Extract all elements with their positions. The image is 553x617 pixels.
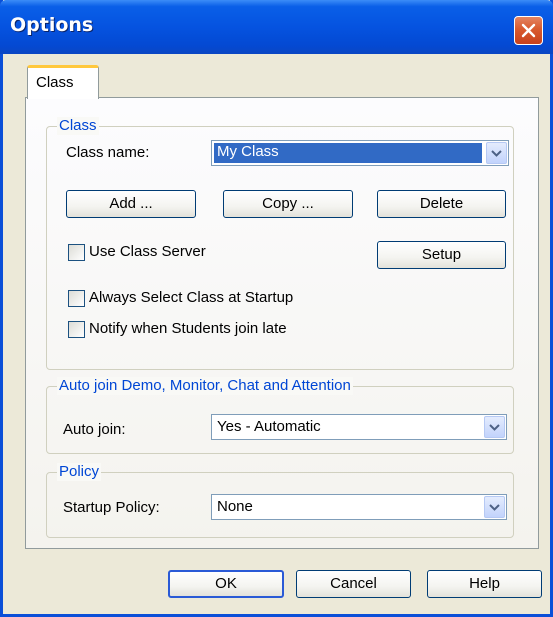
class-name-value: My Class [214,143,482,163]
use-class-server-checkbox[interactable] [68,244,85,261]
help-button[interactable]: Help [427,570,542,598]
title-bar[interactable]: Options [0,0,553,54]
setup-button[interactable]: Setup [377,241,506,269]
auto-join-select[interactable]: Yes - Automatic [211,414,507,440]
chevron-down-icon [489,424,500,431]
add-class-button[interactable]: Add ... [66,190,196,218]
notify-late-students-checkbox[interactable] [68,321,85,338]
startup-policy-dropdown-button[interactable] [484,496,505,518]
chevron-down-icon [491,150,502,157]
auto-join-value: Yes - Automatic [217,418,321,435]
delete-class-button[interactable]: Delete [377,190,506,218]
policy-group-title: Policy [57,463,102,481]
copy-class-button[interactable]: Copy ... [223,190,353,218]
tab-class-label: Class [36,74,74,91]
window-title: Options [10,14,94,36]
auto-join-dropdown-button[interactable] [484,416,505,438]
close-icon [521,23,536,38]
always-select-class-checkbox[interactable] [68,290,85,307]
use-class-server-label[interactable]: Use Class Server [89,243,206,261]
startup-policy-select[interactable]: None [211,494,507,520]
ok-button[interactable]: OK [168,570,284,598]
class-name-label: Class name: [66,144,150,161]
auto-join-label: Auto join: [63,421,126,438]
class-group-title: Class [57,117,99,135]
options-dialog: Options Class Class Class name: My Class… [0,0,553,617]
cancel-button[interactable]: Cancel [296,570,411,598]
always-select-class-label[interactable]: Always Select Class at Startup [89,289,293,307]
tab-panel-class: Class Class name: My Class Add ... Copy … [25,97,539,549]
startup-policy-label: Startup Policy: [63,499,160,516]
startup-policy-value: None [217,498,253,515]
class-name-select[interactable]: My Class [211,140,509,166]
notify-late-students-label[interactable]: Notify when Students join late [89,320,287,338]
close-button[interactable] [514,16,543,45]
class-name-dropdown-button[interactable] [486,142,507,164]
chevron-down-icon [489,504,500,511]
auto-join-group-title: Auto join Demo, Monitor, Chat and Attent… [57,377,353,395]
tab-class[interactable]: Class [27,65,99,99]
